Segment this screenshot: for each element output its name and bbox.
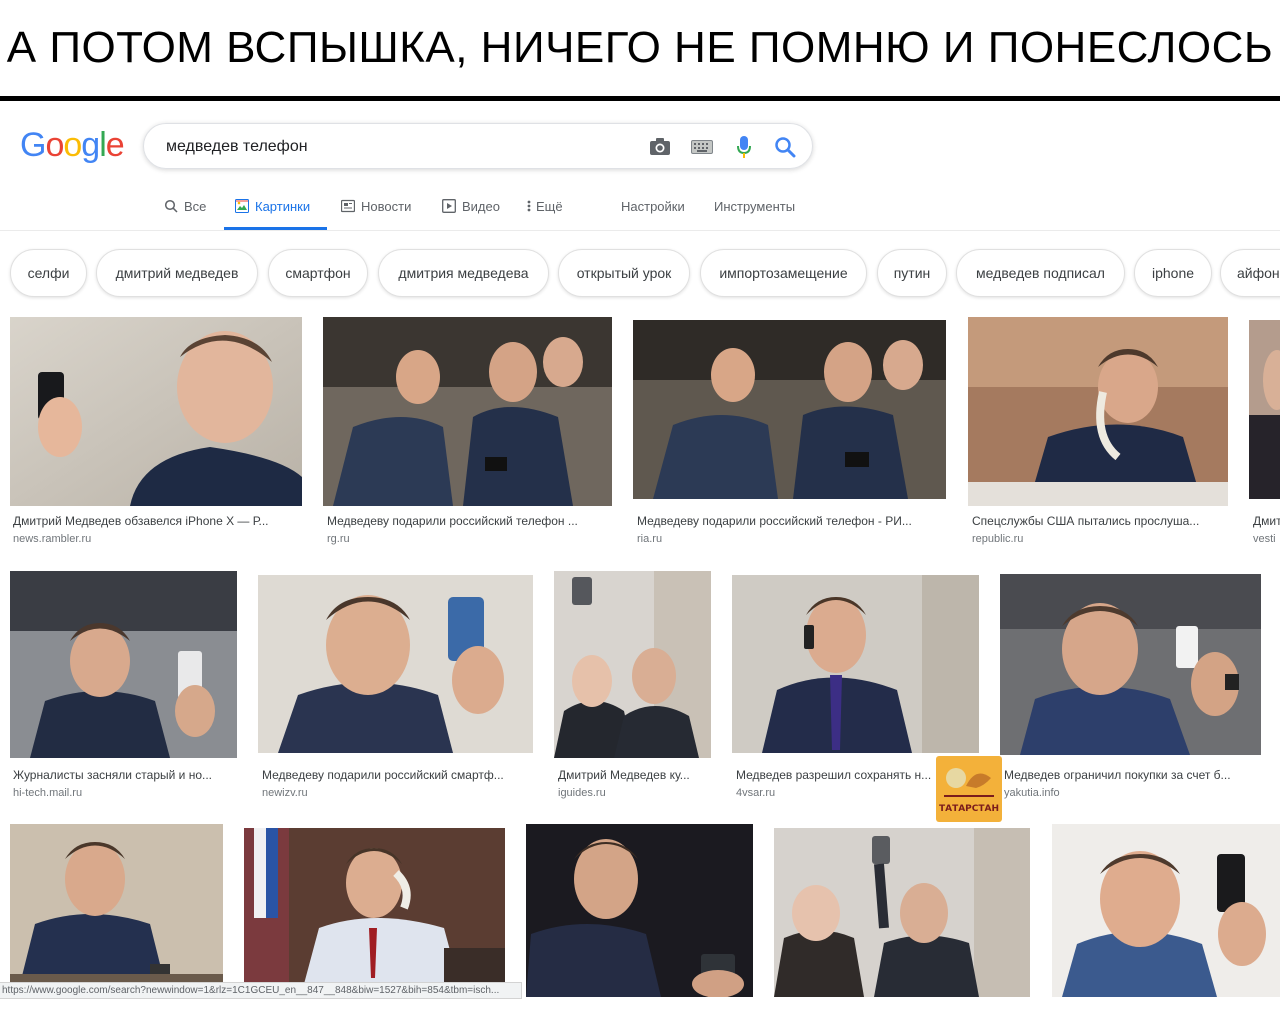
camera-icon[interactable]: [648, 135, 672, 159]
microphone-icon[interactable]: [732, 135, 756, 159]
caption-divider: [0, 96, 1280, 101]
news-icon: [341, 199, 355, 213]
result-source: news.rambler.ru: [13, 533, 92, 545]
tab-settings[interactable]: Настройки: [621, 199, 685, 233]
result-source: republic.ru: [972, 533, 1024, 545]
search-box[interactable]: [143, 123, 813, 169]
result-image[interactable]: [1000, 574, 1261, 755]
tab-label: Все: [184, 199, 207, 214]
result-image[interactable]: [1249, 320, 1280, 499]
result-source: hi-tech.mail.ru: [13, 787, 83, 799]
result-source: rg.ru: [327, 533, 350, 545]
result-image[interactable]: [774, 828, 1030, 997]
tab-label: Картинки: [255, 199, 311, 214]
logo-letter: o: [63, 126, 82, 164]
result-image[interactable]: [323, 317, 612, 506]
tab-video[interactable]: Видео: [442, 199, 500, 233]
image-icon: [235, 199, 249, 213]
google-logo[interactable]: Google: [20, 126, 125, 165]
watermark-text: ТАТАРСТАН: [938, 804, 1000, 814]
tab-all[interactable]: Все: [164, 199, 206, 233]
result-image[interactable]: [554, 571, 711, 758]
logo-letter: g: [81, 126, 100, 164]
result-source: yakutia.info: [1004, 787, 1060, 799]
logo-letter: e: [105, 126, 125, 164]
result-title[interactable]: Дмит: [1253, 514, 1280, 528]
result-title[interactable]: Медведеву подарили российский телефон ..…: [327, 514, 612, 528]
tab-label: Новости: [361, 199, 412, 214]
result-title[interactable]: Медведеву подарили российский телефон - …: [637, 514, 946, 528]
chip-related-search[interactable]: смартфон: [268, 249, 368, 297]
result-source: 4vsar.ru: [736, 787, 776, 799]
chip-related-search[interactable]: дмитрий медведев: [96, 249, 258, 297]
result-source: vesti: [1253, 533, 1276, 545]
result-image[interactable]: [732, 575, 979, 753]
logo-letter: o: [45, 126, 64, 164]
result-title[interactable]: Спецслужбы США пытались прослуша...: [972, 514, 1228, 528]
tab-news[interactable]: Новости: [341, 199, 411, 233]
tab-tools[interactable]: Инструменты: [714, 199, 795, 233]
result-title[interactable]: Дмитрий Медведев ку...: [558, 768, 711, 782]
result-image[interactable]: [968, 317, 1228, 506]
meme-caption: А ПОТОМ ВСПЫШКА, НИЧЕГО НЕ ПОМНЮ И ПОНЕС…: [6, 23, 1274, 72]
chip-related-search[interactable]: импортозамещение: [700, 249, 867, 297]
result-title[interactable]: Медведеву подарили российский смартф...: [262, 768, 533, 782]
tab-more[interactable]: Ещё: [526, 199, 563, 233]
tabs-divider: [0, 230, 1280, 231]
result-image[interactable]: [10, 824, 223, 984]
search-icon: [164, 199, 178, 213]
chip-related-search[interactable]: iphone: [1134, 249, 1212, 297]
chip-related-search[interactable]: айфон: [1220, 249, 1280, 297]
result-source: ria.ru: [637, 533, 663, 545]
more-vert-icon: [526, 199, 532, 213]
result-image[interactable]: [633, 320, 946, 499]
search-icon[interactable]: [773, 135, 797, 159]
tatarstan-watermark-logo: ТАТАРСТАН: [936, 756, 1002, 822]
result-image[interactable]: [10, 571, 237, 758]
play-icon: [442, 199, 456, 213]
result-title[interactable]: Медведев ограничил покупки за счет б...: [1004, 768, 1261, 782]
result-title[interactable]: Дмитрий Медведев обзавелся iPhone X — Р.…: [13, 514, 302, 528]
result-source: iguides.ru: [558, 787, 606, 799]
result-image[interactable]: [526, 824, 753, 997]
keyboard-icon[interactable]: [690, 135, 714, 159]
tab-label: Видео: [462, 199, 500, 214]
chip-related-search[interactable]: дмитрия медведева: [378, 249, 549, 297]
chip-related-search[interactable]: путин: [877, 249, 947, 297]
chip-related-search[interactable]: медведев подписал: [956, 249, 1125, 297]
status-bar-url: https://www.google.com/search?newwindow=…: [0, 982, 522, 999]
result-title[interactable]: Журналисты засняли старый и но...: [13, 768, 237, 782]
result-source: newizv.ru: [262, 787, 308, 799]
search-input[interactable]: [164, 134, 628, 160]
result-title[interactable]: Медведев разрешил сохранять н...: [736, 768, 936, 782]
result-image[interactable]: [258, 575, 533, 753]
logo-letter: G: [20, 126, 46, 164]
tab-label: Ещё: [536, 199, 563, 214]
chip-related-search[interactable]: открытый урок: [558, 249, 690, 297]
result-image[interactable]: [1052, 824, 1280, 997]
result-image[interactable]: [244, 828, 505, 984]
result-image[interactable]: [10, 317, 302, 506]
chip-related-search[interactable]: селфи: [10, 249, 87, 297]
